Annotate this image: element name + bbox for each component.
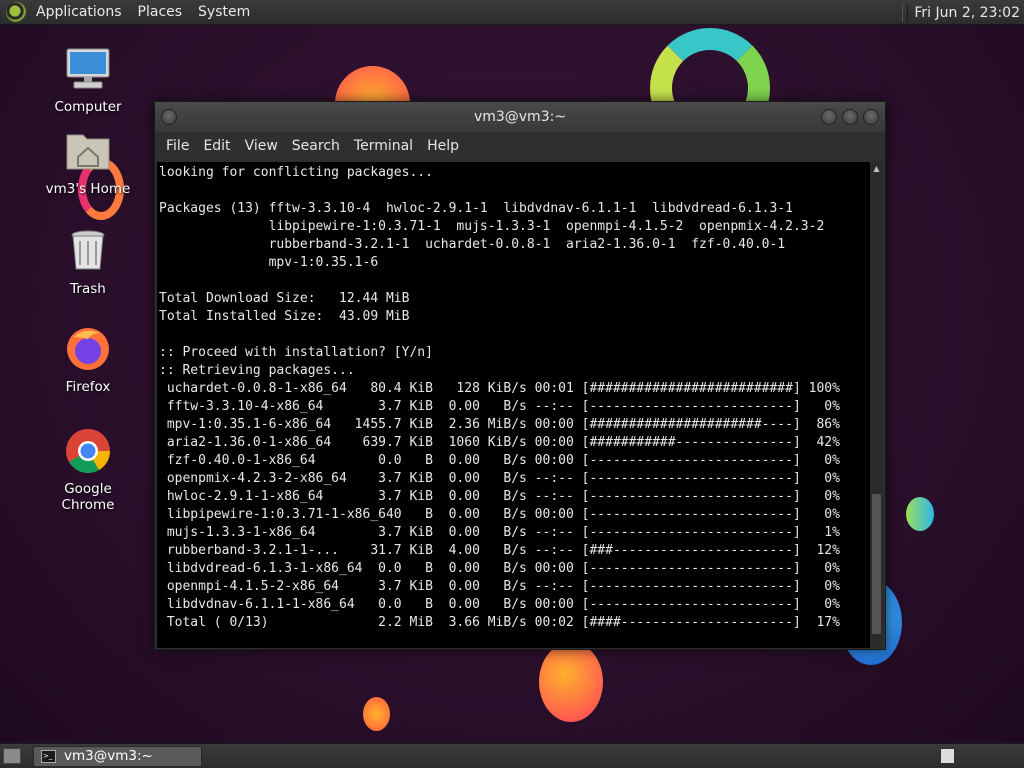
- scrollbar-thumb[interactable]: [872, 494, 881, 634]
- wallpaper-small-orb: [363, 697, 390, 731]
- desktop-icon-label: vm3's Home: [45, 181, 131, 197]
- chrome-icon: [64, 427, 112, 475]
- home-folder-icon: [64, 127, 112, 175]
- desktop-icon-firefox[interactable]: Firefox: [38, 325, 138, 395]
- desktop-icon-home[interactable]: vm3's Home: [38, 127, 138, 197]
- menu-view[interactable]: View: [238, 132, 285, 160]
- terminal-line: fftw-3.3.10-4-x86_64 3.7 KiB 0.00 B/s --…: [159, 399, 840, 414]
- terminal-output[interactable]: looking for conflicting packages... Pack…: [157, 162, 870, 648]
- menu-help[interactable]: Help: [420, 132, 466, 160]
- terminal-line: aria2-1.36.0-1-x86_64 639.7 KiB 1060 KiB…: [159, 435, 840, 450]
- terminal-line: looking for conflicting packages...: [159, 165, 433, 180]
- menu-file[interactable]: File: [159, 132, 196, 160]
- distro-logo-icon[interactable]: [6, 2, 26, 22]
- panel-separator: [902, 3, 909, 22]
- desktop-icon-label: Trash: [70, 281, 106, 297]
- terminal-line: openmpi-4.1.5-2-x86_64 3.7 KiB 0.00 B/s …: [159, 579, 840, 594]
- window-title: vm3@vm3:~: [473, 109, 567, 125]
- terminal-line: openpmix-4.2.3-2-x86_64 3.7 KiB 0.00 B/s…: [159, 471, 840, 486]
- menu-applications[interactable]: Applications: [28, 0, 130, 25]
- terminal-icon: >_: [41, 750, 56, 763]
- computer-icon: [64, 45, 112, 93]
- clock[interactable]: Fri Jun 2, 23:02: [914, 5, 1024, 21]
- desktop-icon-label: Computer: [54, 99, 122, 115]
- window-titlebar[interactable]: vm3@vm3:~: [155, 102, 885, 132]
- terminal-line: :: Retrieving packages...: [159, 363, 355, 378]
- terminal-line: mpv-1:0.35.1-6-x86_64 1455.7 KiB 2.36 Mi…: [159, 417, 840, 432]
- minimize-button[interactable]: [821, 109, 837, 125]
- terminal-line: fzf-0.40.0-1-x86_64 0.0 B 0.00 B/s 00:00…: [159, 453, 840, 468]
- wallpaper-blue-ball: [906, 497, 934, 531]
- terminal-line: hwloc-2.9.1-1-x86_64 3.7 KiB 0.00 B/s --…: [159, 489, 840, 504]
- taskbar-terminal-button[interactable]: >_ vm3@vm3:~: [33, 746, 202, 767]
- terminal-line: libpipewire-1:0.3.71-1-x86_640 B 0.00 B/…: [159, 507, 840, 522]
- terminal-line: Packages (13) fftw-3.3.10-4 hwloc-2.9.1-…: [159, 201, 793, 216]
- terminal-line: libdvdread-6.1.3-1-x86_64 0.0 B 0.00 B/s…: [159, 561, 840, 576]
- workspace-switcher[interactable]: [940, 748, 955, 764]
- terminal-line: rubberband-3.2.1-1 uchardet-0.0.8-1 aria…: [159, 237, 786, 252]
- desktop-icon-computer[interactable]: Computer: [38, 45, 138, 115]
- terminal-line: libpipewire-1:0.3.71-1 mujs-1.3.3-1 open…: [159, 219, 825, 234]
- close-button[interactable]: [863, 109, 879, 125]
- desktop-icon-trash[interactable]: Trash: [38, 227, 138, 297]
- show-desktop-icon[interactable]: [3, 748, 21, 764]
- desktop-icon-label: Google Chrome: [61, 481, 115, 513]
- terminal-line: :: Proceed with installation? [Y/n]: [159, 345, 433, 360]
- terminal-line: libdvdnav-6.1.1-1-x86_64 0.0 B 0.00 B/s …: [159, 597, 840, 612]
- terminal-text: looking for conflicting packages... Pack…: [157, 162, 870, 632]
- window-menubar: File Edit View Search Terminal Help: [155, 132, 885, 160]
- terminal-line: uchardet-0.0.8-1-x86_64 80.4 KiB 128 KiB…: [159, 381, 840, 396]
- menu-system[interactable]: System: [190, 0, 258, 25]
- terminal-window: vm3@vm3:~ File Edit View Search Terminal…: [154, 101, 886, 650]
- terminal-line: mujs-1.3.3-1-x86_64 3.7 KiB 0.00 B/s --:…: [159, 525, 840, 540]
- terminal-line: Total ( 0/13) 2.2 MiB 3.66 MiB/s 00:02 […: [159, 615, 840, 630]
- desktop-icon-label: Firefox: [65, 379, 111, 395]
- maximize-button[interactable]: [842, 109, 858, 125]
- desktop-icon-chrome[interactable]: Google Chrome: [38, 427, 138, 513]
- terminal-line: rubberband-3.2.1-1-... 31.7 KiB 4.00 B/s…: [159, 543, 840, 558]
- terminal-scrollbar[interactable]: ▲: [870, 162, 883, 648]
- bottom-panel: >_ vm3@vm3:~: [0, 743, 1024, 768]
- taskbar-terminal-label: vm3@vm3:~: [64, 748, 153, 764]
- menu-edit[interactable]: Edit: [196, 132, 237, 160]
- menu-terminal[interactable]: Terminal: [347, 132, 420, 160]
- terminal-line: Total Installed Size: 43.09 MiB: [159, 309, 410, 324]
- firefox-icon: [64, 325, 112, 373]
- terminal-line: Total Download Size: 12.44 MiB: [159, 291, 410, 306]
- top-panel: Applications Places System Fri Jun 2, 23…: [0, 0, 1024, 25]
- scroll-up-arrow-icon[interactable]: ▲: [870, 162, 883, 175]
- menu-search[interactable]: Search: [285, 132, 347, 160]
- trash-icon: [64, 227, 112, 275]
- menu-places[interactable]: Places: [130, 0, 191, 25]
- wallpaper-red-orb: [539, 642, 603, 722]
- terminal-line: mpv-1:0.35.1-6: [159, 255, 379, 270]
- window-menu-button[interactable]: [161, 109, 177, 125]
